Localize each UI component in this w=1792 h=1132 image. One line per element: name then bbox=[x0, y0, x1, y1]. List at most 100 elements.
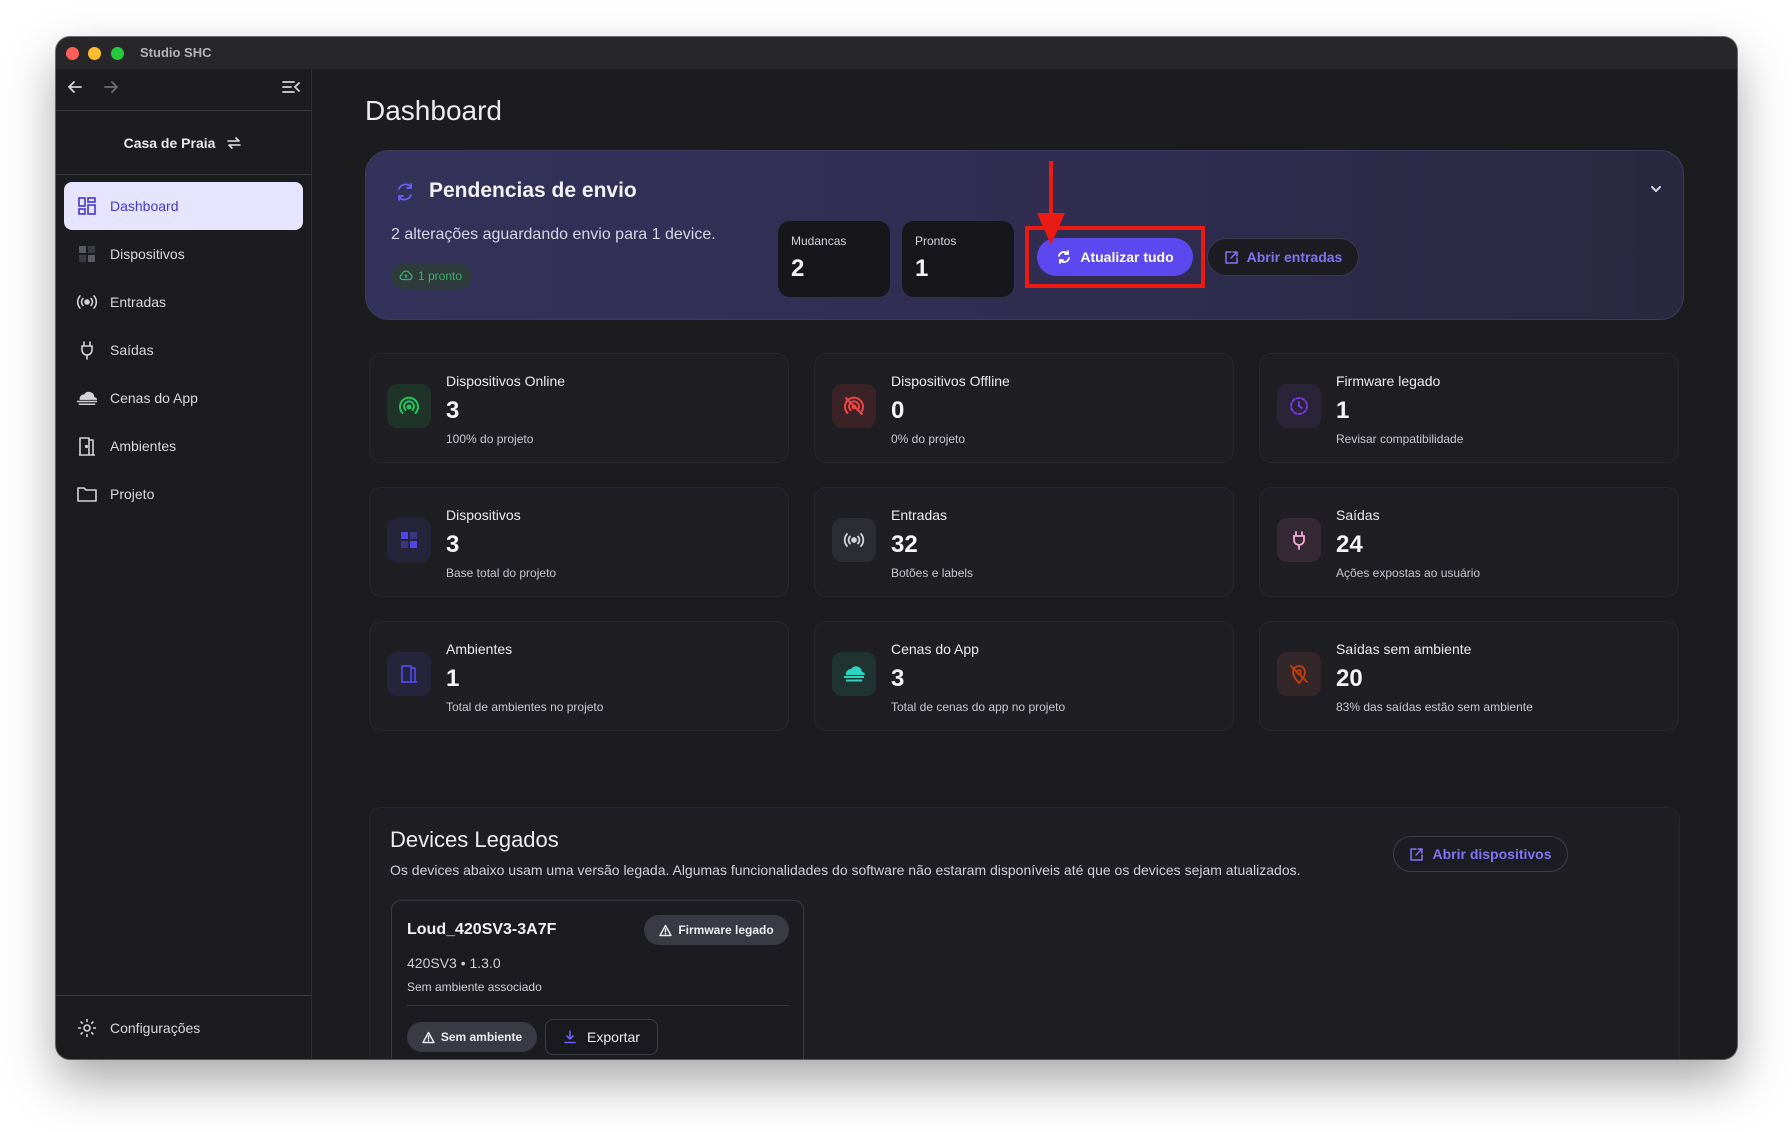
open-devices-label: Abrir dispositivos bbox=[1432, 846, 1552, 862]
firmware-legacy-badge: Firmware legado bbox=[644, 915, 789, 945]
app-window: Studio SHC Casa de Praia Dashboard Dispo… bbox=[56, 37, 1737, 1059]
zoom-window-button[interactable] bbox=[111, 47, 124, 60]
open-devices-button[interactable]: Abrir dispositivos bbox=[1393, 836, 1568, 872]
devices-icon bbox=[387, 518, 431, 562]
sidebar-item-label: Dashboard bbox=[110, 198, 179, 214]
ready-chip: 1 pronto bbox=[391, 263, 473, 289]
minimize-window-button[interactable] bbox=[88, 47, 101, 60]
pending-description: 2 alterações aguardando envio para 1 dev… bbox=[391, 226, 716, 243]
warning-icon bbox=[659, 924, 673, 936]
signal-online-icon bbox=[387, 384, 431, 428]
open-entries-button[interactable]: Abrir entradas bbox=[1207, 238, 1359, 276]
sidebar-item-label: Dispositivos bbox=[110, 246, 185, 262]
card-value: 32 bbox=[891, 531, 918, 558]
door-icon bbox=[387, 652, 431, 696]
device-model-version: 420SV3 • 1.3.0 bbox=[407, 955, 501, 971]
stat-card-outputs-no-room[interactable]: Saídas sem ambiente 20 83% das saídas es… bbox=[1259, 621, 1679, 731]
settings-label: Configurações bbox=[110, 1019, 201, 1036]
folder-icon bbox=[76, 483, 98, 505]
arrow-left-icon[interactable] bbox=[65, 77, 85, 97]
sidebar-item-label: Saídas bbox=[110, 342, 154, 358]
project-switcher[interactable]: Casa de Praia bbox=[56, 111, 311, 175]
card-value: 3 bbox=[446, 397, 460, 424]
legacy-device-card[interactable]: Loud_420SV3-3A7F Firmware legado 420SV3 … bbox=[391, 900, 804, 1059]
card-title: Dispositivos Offline bbox=[891, 373, 1010, 389]
sidebar-item-label: Ambientes bbox=[110, 438, 177, 454]
cloud-scene-icon bbox=[76, 387, 98, 409]
sidebar-item-configuracoes[interactable]: Configurações bbox=[56, 995, 311, 1059]
legacy-title: Devices Legados bbox=[390, 827, 559, 852]
sidebar-item-projeto[interactable]: Projeto bbox=[64, 470, 303, 518]
card-value: 3 bbox=[446, 531, 460, 558]
card-title: Cenas do App bbox=[891, 641, 979, 657]
project-name: Casa de Praia bbox=[123, 134, 216, 151]
sidebar-item-ambientes[interactable]: Ambientes bbox=[64, 422, 303, 470]
page-title: Dashboard bbox=[365, 95, 502, 126]
sync-icon bbox=[398, 183, 412, 201]
main-content: Dashboard Pendencias de envio 2 alteraçõ… bbox=[312, 69, 1737, 1059]
stat-card-rooms[interactable]: Ambientes 1 Total de ambientes no projet… bbox=[369, 621, 789, 731]
sidebar-item-entradas[interactable]: Entradas bbox=[64, 278, 303, 326]
sidebar-item-dispositivos[interactable]: Dispositivos bbox=[64, 230, 303, 278]
cloud-upload-icon bbox=[399, 270, 413, 281]
card-value: 1 bbox=[446, 665, 460, 692]
close-window-button[interactable] bbox=[66, 47, 79, 60]
sidebar-item-saidas[interactable]: Saídas bbox=[64, 326, 303, 374]
divider bbox=[407, 1005, 789, 1006]
card-value: 3 bbox=[891, 665, 905, 692]
card-title: Firmware legado bbox=[1336, 373, 1441, 389]
sidebar-item-cenas-do-app[interactable]: Cenas do App bbox=[64, 374, 303, 422]
firmware-badge-label: Firmware legado bbox=[678, 923, 774, 937]
sidebar-nav: Dashboard Dispositivos Entradas Saídas C… bbox=[56, 175, 311, 525]
chevron-down-icon[interactable] bbox=[1646, 179, 1666, 199]
external-link-icon bbox=[1410, 847, 1424, 861]
collapse-sidebar-icon[interactable] bbox=[280, 77, 302, 97]
card-value: 0 bbox=[891, 397, 905, 424]
ready-chip-label: 1 pronto bbox=[418, 269, 463, 283]
window-title: Studio SHC bbox=[140, 45, 212, 60]
door-icon bbox=[76, 435, 98, 457]
legacy-description: Os devices abaixo usam uma versão legada… bbox=[390, 862, 1301, 878]
sidebar-toolbar bbox=[56, 69, 311, 111]
card-title: Entradas bbox=[891, 507, 948, 523]
card-subtitle: Revisar compatibilidade bbox=[1336, 432, 1464, 446]
card-subtitle: Ações expostas ao usuário bbox=[1336, 566, 1481, 580]
changes-value: 2 bbox=[791, 255, 805, 282]
sidebar-item-label: Projeto bbox=[110, 486, 155, 502]
history-icon bbox=[1277, 384, 1321, 428]
stat-card-offline[interactable]: Dispositivos Offline 0 0% do projeto bbox=[814, 353, 1234, 463]
annotation-arrow-icon bbox=[1037, 161, 1065, 245]
arrow-right-icon[interactable] bbox=[101, 77, 121, 97]
warning-icon bbox=[422, 1031, 435, 1043]
no-location-icon bbox=[1277, 652, 1321, 696]
device-name: Loud_420SV3-3A7F bbox=[407, 921, 557, 938]
export-button[interactable]: Exportar bbox=[545, 1019, 658, 1055]
card-subtitle: Total de cenas do app no projeto bbox=[891, 700, 1066, 714]
legacy-devices-section: Devices Legados Os devices abaixo usam u… bbox=[369, 807, 1680, 1059]
card-subtitle: Botões e labels bbox=[891, 566, 974, 580]
broadcast-icon bbox=[832, 518, 876, 562]
cloud-scene-icon bbox=[832, 652, 876, 696]
no-room-chip[interactable]: Sem ambiente bbox=[407, 1022, 537, 1052]
stat-card-outputs[interactable]: Saídas 24 Ações expostas ao usuário bbox=[1259, 487, 1679, 597]
changes-label: Mudancas bbox=[791, 234, 847, 248]
pending-title: Pendencias de envio bbox=[429, 179, 637, 202]
title-bar: Studio SHC bbox=[56, 37, 1737, 69]
stat-card-app-scenes[interactable]: Cenas do App 3 Total de cenas do app no … bbox=[814, 621, 1234, 731]
card-title: Dispositivos Online bbox=[446, 373, 566, 389]
card-title: Saídas bbox=[1336, 507, 1380, 523]
swap-icon bbox=[227, 136, 242, 149]
stat-card-online[interactable]: Dispositivos Online 3 100% do projeto bbox=[369, 353, 789, 463]
devices-icon bbox=[76, 243, 98, 265]
stat-card-devices[interactable]: Dispositivos 3 Base total do projeto bbox=[369, 487, 789, 597]
ready-label: Prontos bbox=[915, 234, 957, 248]
stat-card-legacy-firmware[interactable]: Firmware legado 1 Revisar compatibilidad… bbox=[1259, 353, 1679, 463]
download-icon bbox=[564, 1030, 576, 1044]
open-entries-label: Abrir entradas bbox=[1246, 249, 1343, 265]
sidebar-item-dashboard[interactable]: Dashboard bbox=[64, 182, 303, 230]
stat-card-entries[interactable]: Entradas 32 Botões e labels bbox=[814, 487, 1234, 597]
changes-stat: Mudancas 2 bbox=[778, 221, 890, 297]
pending-panel: Pendencias de envio 2 alterações aguarda… bbox=[365, 150, 1684, 320]
card-subtitle: 83% das saídas estão sem ambiente bbox=[1336, 700, 1533, 714]
card-subtitle: 100% do projeto bbox=[446, 432, 534, 446]
